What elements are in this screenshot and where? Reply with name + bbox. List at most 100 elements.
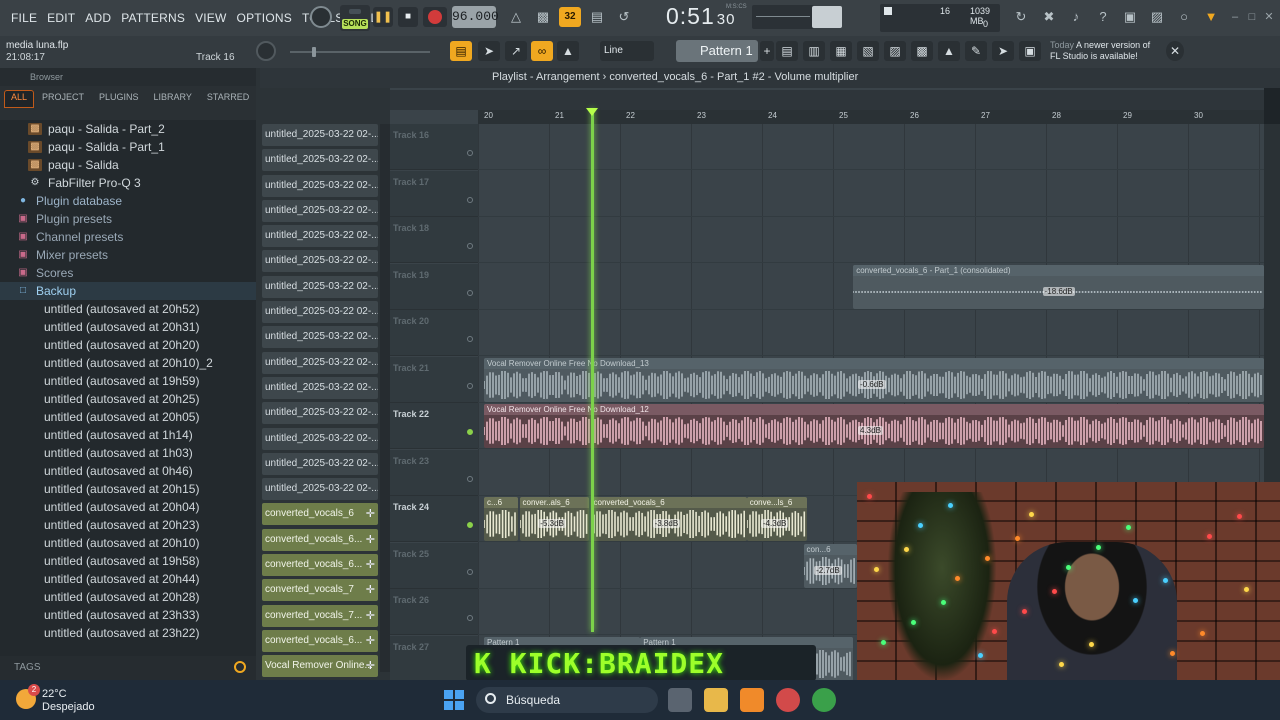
countdown-icon[interactable]: 32 — [559, 7, 581, 27]
windows-start-icon[interactable] — [444, 690, 464, 710]
browser-item[interactable]: untitled (autosaved at 20h25) — [0, 390, 256, 408]
chat-icon[interactable]: ○ — [1173, 7, 1195, 27]
news-close-icon[interactable]: ✕ — [1166, 41, 1184, 61]
track-header[interactable]: Track 16 — [390, 124, 478, 170]
browser-item[interactable]: ▩ paqu - Salida - Part_2 — [0, 120, 256, 138]
clip-picker-item[interactable]: Vocal Remover Online... — [262, 655, 378, 678]
clip-picker-item[interactable]: untitled_2025-03-22 02-... — [262, 452, 378, 475]
download-icon[interactable]: ▼ — [1200, 7, 1222, 27]
menu-add[interactable]: ADD — [80, 11, 116, 25]
playlist-clip[interactable]: converted_vocals_6 -3.8dB — [590, 497, 747, 541]
track-header[interactable]: Track 19 — [390, 263, 478, 310]
browser-tab-all[interactable]: ALL — [4, 90, 35, 108]
link-icon[interactable]: ∞ — [531, 41, 553, 61]
browser-item[interactable]: untitled (autosaved at 1h14) — [0, 426, 256, 444]
clip-picker-item[interactable]: untitled_2025-03-22 02-... — [262, 402, 378, 425]
slide-icon[interactable]: ↗ — [505, 41, 527, 61]
snap-select[interactable]: Line — [600, 41, 654, 61]
track-header[interactable]: Track 20 — [390, 310, 478, 356]
track-header[interactable]: Track 17 — [390, 170, 478, 217]
track-header[interactable]: Track 27 — [390, 635, 478, 682]
clip-picker-item[interactable]: converted_vocals_6... — [262, 629, 378, 652]
browser-item[interactable]: untitled (autosaved at 20h23) — [0, 516, 256, 534]
loop-record-icon[interactable]: ↺ — [613, 7, 635, 27]
track-lane[interactable] — [478, 310, 1264, 356]
mixer-icon[interactable]: ▧ — [857, 41, 879, 61]
browser-item[interactable]: ⚙ FabFilter Pro-Q 3 — [0, 174, 256, 192]
plugin-picker-icon[interactable]: ▩ — [911, 41, 933, 61]
tempo-display[interactable]: 96.000 — [452, 6, 499, 28]
clip-picker-item[interactable]: converted_vocals_7 — [262, 579, 378, 602]
browser-item[interactable]: ▣ Mixer presets — [0, 246, 256, 264]
browser-item[interactable]: ▣ Scores — [0, 264, 256, 282]
close-icon[interactable]: ✕ — [1262, 10, 1276, 24]
minimize-icon[interactable]: – — [1228, 10, 1242, 24]
track-lane[interactable] — [478, 124, 1264, 170]
clip-picker-item[interactable]: untitled_2025-03-22 02-... — [262, 478, 378, 501]
playlist-clip[interactable]: conver..als_6 -5.3dB — [519, 497, 590, 541]
track-lane[interactable] — [478, 217, 1264, 263]
browser-item[interactable]: untitled (autosaved at 19h58) — [0, 552, 256, 570]
clip-picker-item[interactable]: untitled_2025-03-22 02-... — [262, 149, 378, 172]
clip-picker-item[interactable]: converted_vocals_6... — [262, 554, 378, 577]
browser-item[interactable]: untitled (autosaved at 19h59) — [0, 372, 256, 390]
track-mute-led[interactable] — [467, 382, 473, 389]
playlist-clip[interactable]: con...6 -2.7dB — [803, 543, 857, 588]
tags-bar[interactable]: TAGS — [0, 656, 256, 680]
chrome-icon[interactable] — [812, 688, 836, 712]
track-mute-led[interactable] — [467, 196, 473, 203]
track-mute-led[interactable] — [467, 522, 473, 528]
menu-edit[interactable]: EDIT — [42, 11, 80, 25]
news-panel[interactable]: Today A newer version of FL Studio is av… — [1050, 40, 1150, 62]
clip-picker-item[interactable]: converted_vocals_7... — [262, 604, 378, 627]
track-header[interactable]: Track 18 — [390, 217, 478, 263]
master-volume-slider[interactable] — [290, 47, 430, 57]
browser-item[interactable]: untitled (autosaved at 20h05) — [0, 408, 256, 426]
browser-item[interactable]: untitled (autosaved at 20h31) — [0, 318, 256, 336]
plugin-icon[interactable]: ▨ — [1146, 7, 1168, 27]
playlist-icon[interactable]: ▤ — [776, 41, 798, 61]
browser-tab-project[interactable]: PROJECT — [35, 90, 91, 108]
dj-icon[interactable]: ➤ — [992, 41, 1014, 61]
track-header[interactable]: Track 26 — [390, 589, 478, 635]
browser-item[interactable]: untitled (autosaved at 20h04) — [0, 498, 256, 516]
step-edit-icon[interactable]: ▤ — [586, 7, 608, 27]
track-mute-led[interactable] — [467, 568, 473, 575]
clip-picker-item[interactable]: untitled_2025-03-22 02-... — [262, 225, 378, 248]
metronome-icon[interactable]: △ — [505, 7, 527, 27]
track-header[interactable]: Track 22 — [390, 403, 478, 449]
task-view-icon[interactable] — [668, 688, 692, 712]
menu-options[interactable]: OPTIONS — [232, 11, 297, 25]
piano-roll-view-icon[interactable]: ▥ — [803, 41, 825, 61]
browser-item[interactable]: ▣ Channel presets — [0, 228, 256, 246]
track-mute-led[interactable] — [467, 429, 473, 435]
browser-tab-library[interactable]: LIBRARY — [147, 90, 199, 108]
wait-for-input-icon[interactable]: ▩ — [532, 7, 554, 27]
clip-picker-item[interactable]: untitled_2025-03-22 02-... — [262, 301, 378, 324]
typing-keyboard-icon[interactable]: ✎ — [965, 41, 987, 61]
browser-item[interactable]: untitled (autosaved at 20h52) — [0, 300, 256, 318]
taskbar-search[interactable]: Búsqueda — [476, 687, 658, 713]
clip-picker-item[interactable]: untitled_2025-03-22 02-... — [262, 199, 378, 222]
fl-studio-taskbar-icon[interactable] — [740, 688, 764, 712]
online-icon[interactable]: ▣ — [1019, 41, 1041, 61]
browser-tab-starred[interactable]: STARRED — [200, 90, 256, 108]
track-mute-led[interactable] — [467, 150, 473, 156]
track-mute-led[interactable] — [467, 615, 473, 621]
save-icon[interactable]: ▣ — [1119, 7, 1141, 27]
track-mute-led[interactable] — [467, 289, 473, 296]
browser-icon[interactable]: ▨ — [884, 41, 906, 61]
stop-button[interactable]: ■ — [398, 7, 418, 27]
menu-view[interactable]: VIEW — [190, 11, 231, 25]
browser-item[interactable]: untitled (autosaved at 23h22) — [0, 624, 256, 642]
track-header[interactable]: Track 24 — [390, 496, 478, 542]
browser-item[interactable]: untitled (autosaved at 20h10) — [0, 534, 256, 552]
playhead[interactable] — [590, 108, 594, 632]
tags-search-icon[interactable] — [234, 661, 246, 673]
tools-icon[interactable]: ✖ — [1038, 7, 1060, 27]
browser-item[interactable]: □ Backup — [0, 282, 256, 300]
playlist-clip[interactable]: Vocal Remover Online Free No Download_13… — [484, 357, 1264, 402]
browser-item[interactable]: untitled (autosaved at 20h44) — [0, 570, 256, 588]
clip-picker-item[interactable]: untitled_2025-03-22 02-... — [262, 376, 378, 399]
arrow-right-icon[interactable]: ➤ — [478, 41, 500, 61]
